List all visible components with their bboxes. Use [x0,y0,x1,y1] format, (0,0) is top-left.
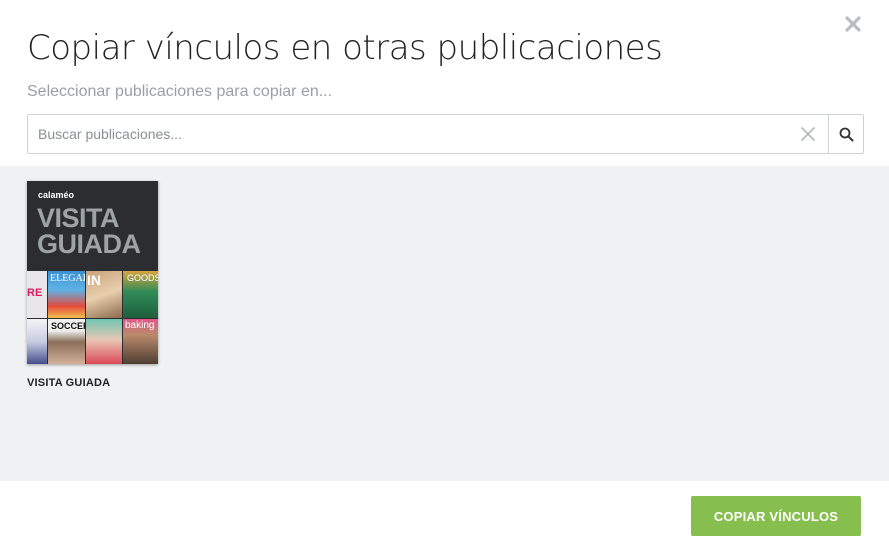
search-input[interactable] [28,115,788,153]
search-box [27,114,864,154]
cover-mosaic: RE ELEGALA IN GOODS SOCCER [27,271,158,364]
dialog-footer: COPIAR VÍNCULOS [0,481,889,548]
publication-item[interactable]: calaméo VISITA GUIADA RE ELEGALA IN GOOD… [27,181,158,389]
clear-icon [801,127,815,141]
cover-title: VISITA GUIADA [37,203,141,259]
dialog-title: Copiar vínculos en otras publicaciones [27,28,663,68]
publication-label: VISITA GUIADA [27,377,111,389]
cover-tile: GOODS [123,271,158,318]
search-icon [839,127,853,141]
cover-tile: RE [27,271,47,318]
publications-list: calaméo VISITA GUIADA RE ELEGALA IN GOOD… [0,166,889,481]
cover-tile: baking [123,319,158,364]
cover-logo: calaméo [38,190,75,200]
dialog-header: Copiar vínculos en otras publicaciones S… [0,0,889,166]
close-button[interactable] [841,12,865,36]
cover-tile [86,319,122,364]
dialog-subtitle: Seleccionar publicaciones para copiar en… [27,83,333,100]
search-button[interactable] [828,115,863,153]
cover-tile: ELEGALA [48,271,85,318]
cover-tile: IN [86,271,122,318]
copy-links-button[interactable]: COPIAR VÍNCULOS [691,496,861,536]
cover-tile [27,319,47,364]
publication-cover: calaméo VISITA GUIADA RE ELEGALA IN GOOD… [27,181,158,364]
clear-search-button[interactable] [788,115,828,153]
cover-tile: SOCCER [48,319,85,364]
close-icon [845,16,861,32]
